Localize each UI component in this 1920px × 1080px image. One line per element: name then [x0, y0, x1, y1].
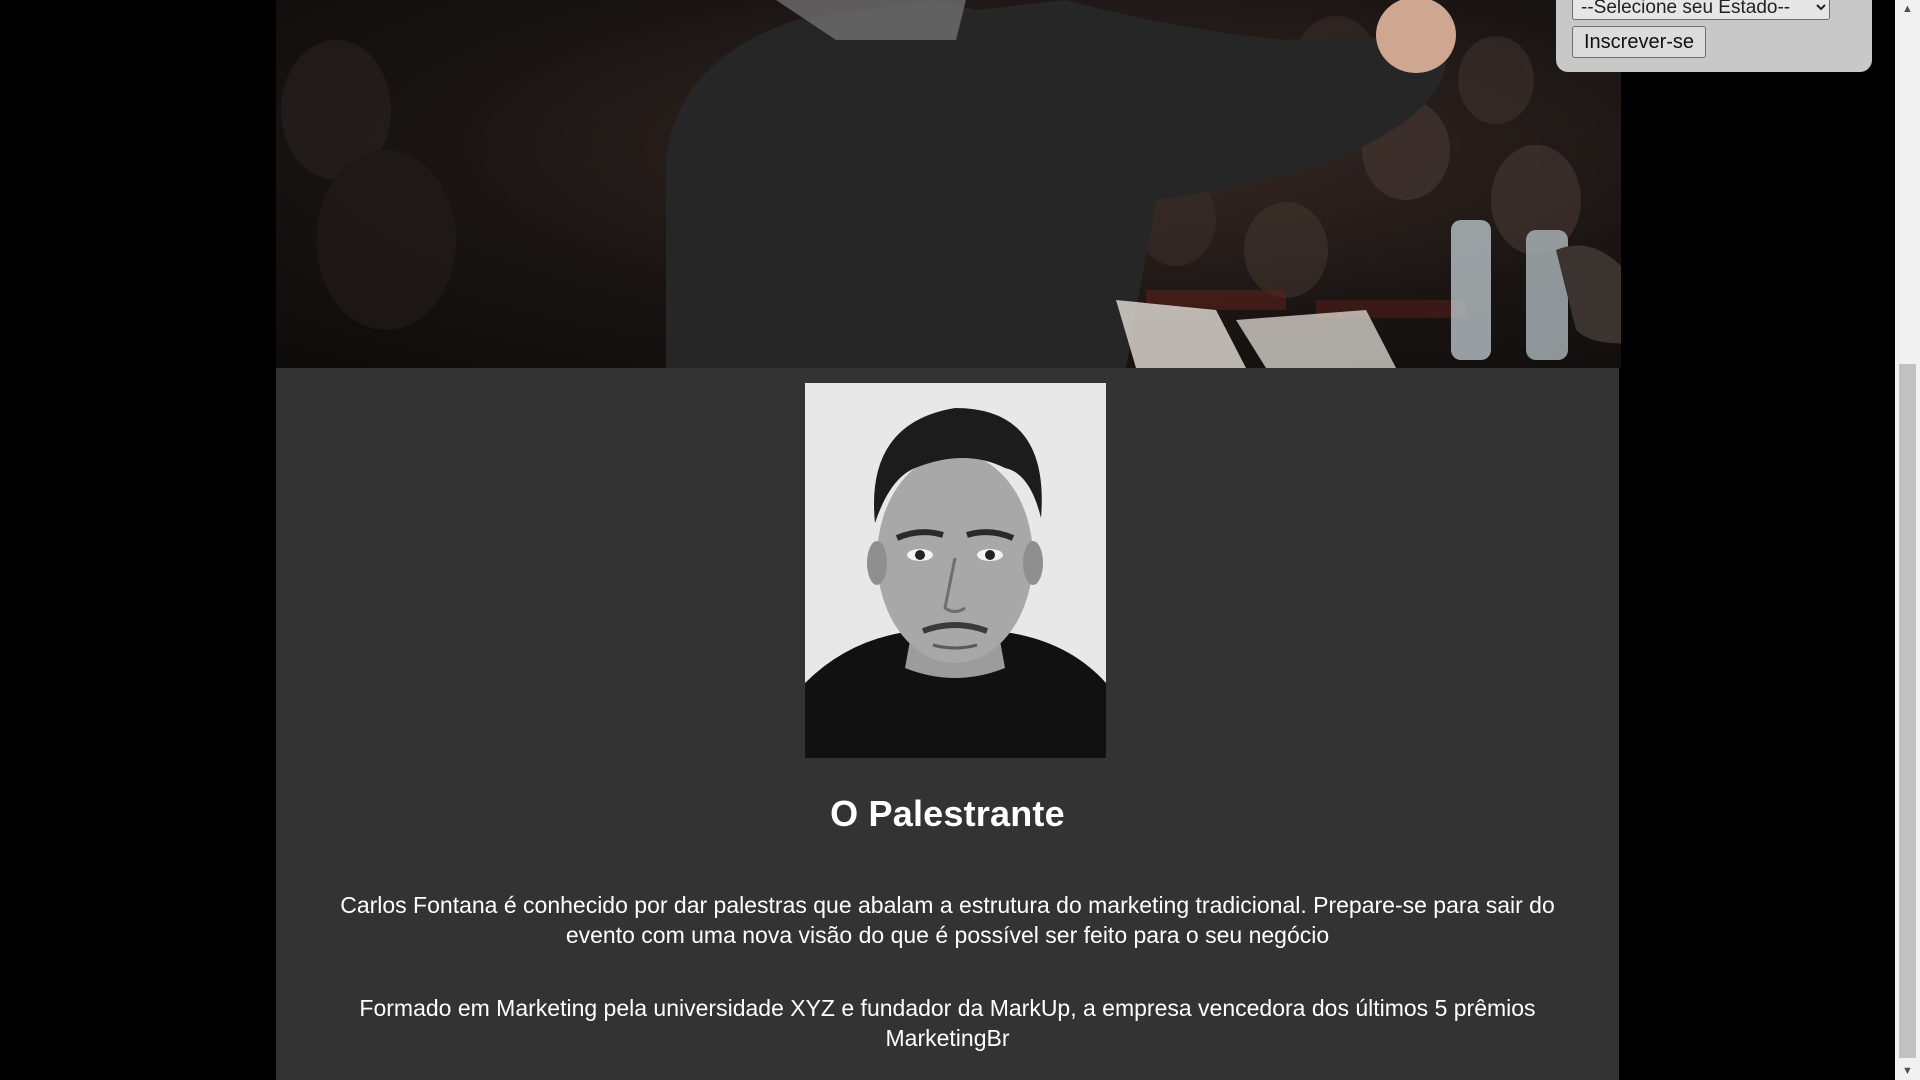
vertical-scrollbar[interactable]: ▲ ▼ [1895, 0, 1920, 1080]
signup-form: --Selecione seu Estado-- Inscrever-se [1556, 0, 1872, 72]
scrollbar-thumb[interactable] [1899, 364, 1916, 1058]
subscribe-button[interactable]: Inscrever-se [1572, 26, 1706, 58]
scroll-up-arrow-icon[interactable]: ▲ [1895, 0, 1920, 18]
hero-conference-image [276, 0, 1621, 368]
speaker-section: O Palestrante Carlos Fontana é conhecido… [276, 368, 1619, 1080]
speaker-bio-paragraph-2: Formado em Marketing pela universidade X… [359, 995, 1536, 1051]
state-select[interactable]: --Selecione seu Estado-- [1572, 0, 1830, 20]
speaker-portrait [805, 383, 1106, 758]
speaker-bio-paragraph-1: Carlos Fontana é conhecido por dar pales… [340, 892, 1555, 948]
conference-photo-illustration [281, 0, 1621, 368]
speaker-title: O Palestrante [830, 793, 1065, 834]
scroll-down-arrow-icon[interactable]: ▼ [1895, 1062, 1920, 1080]
page-viewport: O Palestrante Carlos Fontana é conhecido… [0, 0, 1920, 1080]
speaker-portrait-illustration [805, 383, 1106, 758]
